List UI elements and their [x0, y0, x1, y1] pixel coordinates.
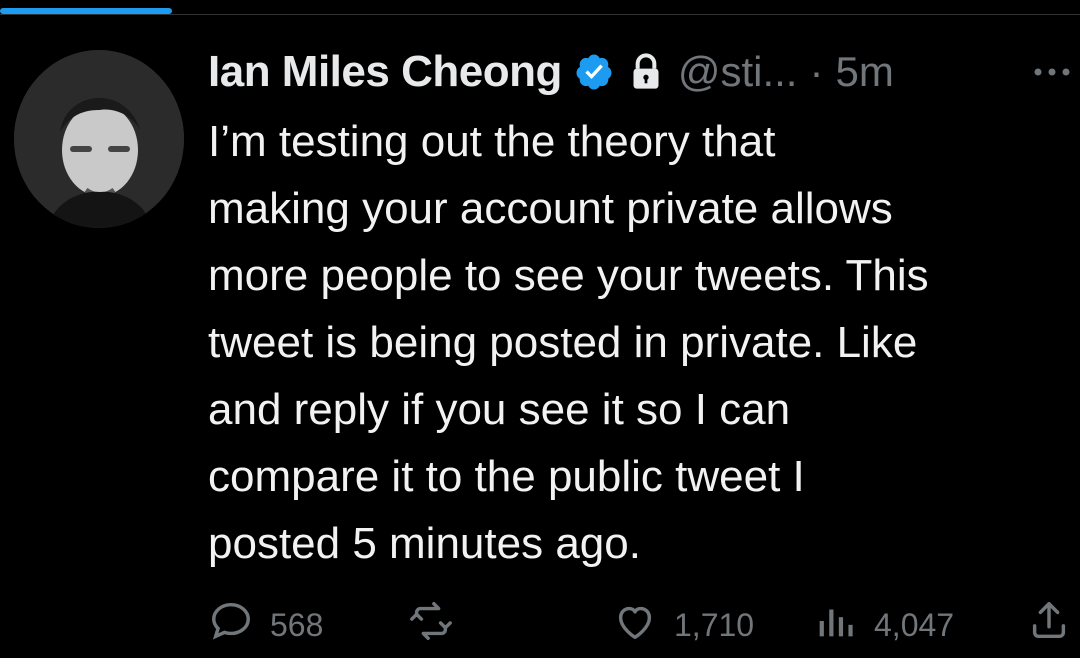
tweet-text: I’m testing out the theory that making y… — [208, 108, 1068, 577]
reply-button[interactable]: 568 — [208, 600, 323, 650]
heart-icon — [612, 598, 658, 652]
tweet-text-line: compare it to the public tweet I — [208, 452, 805, 501]
like-count: 1,710 — [674, 606, 755, 643]
more-icon[interactable] — [1032, 62, 1072, 82]
views-count: 4,047 — [874, 606, 955, 643]
lock-icon — [626, 52, 666, 92]
reply-icon — [208, 598, 254, 652]
top-divider — [0, 14, 1080, 15]
tweet-text-line: more people to see your tweets. This — [208, 251, 929, 300]
verified-badge-icon — [574, 52, 614, 92]
tweet-actions-bar: 568 1,710 4,047 — [208, 600, 1078, 650]
retweet-icon — [408, 598, 454, 652]
views-icon — [812, 598, 858, 652]
tweet-text-line: and reply if you see it so I can — [208, 385, 791, 434]
tweet-time[interactable]: 5m — [835, 48, 893, 96]
author-name[interactable]: Ian Miles Cheong — [208, 47, 562, 97]
tweet-text-line: I’m testing out the theory that — [208, 117, 776, 166]
tweet-text-line: posted 5 minutes ago. — [208, 519, 641, 568]
tweet-text-line: tweet is being posted in private. Like — [208, 318, 918, 367]
views-button[interactable]: 4,047 — [812, 600, 954, 650]
reply-count: 568 — [270, 606, 324, 643]
like-button[interactable]: 1,710 — [612, 600, 754, 650]
avatar[interactable] — [14, 50, 184, 228]
share-icon — [1026, 598, 1072, 652]
share-button[interactable] — [1026, 600, 1072, 650]
retweet-button[interactable] — [408, 600, 470, 650]
tweet-text-line: making your account private allows — [208, 184, 893, 233]
author-handle[interactable]: @sti... — [678, 48, 798, 96]
tweet-header: Ian Miles Cheong @sti... · 5m — [208, 46, 894, 98]
meta-separator: · — [809, 48, 824, 95]
